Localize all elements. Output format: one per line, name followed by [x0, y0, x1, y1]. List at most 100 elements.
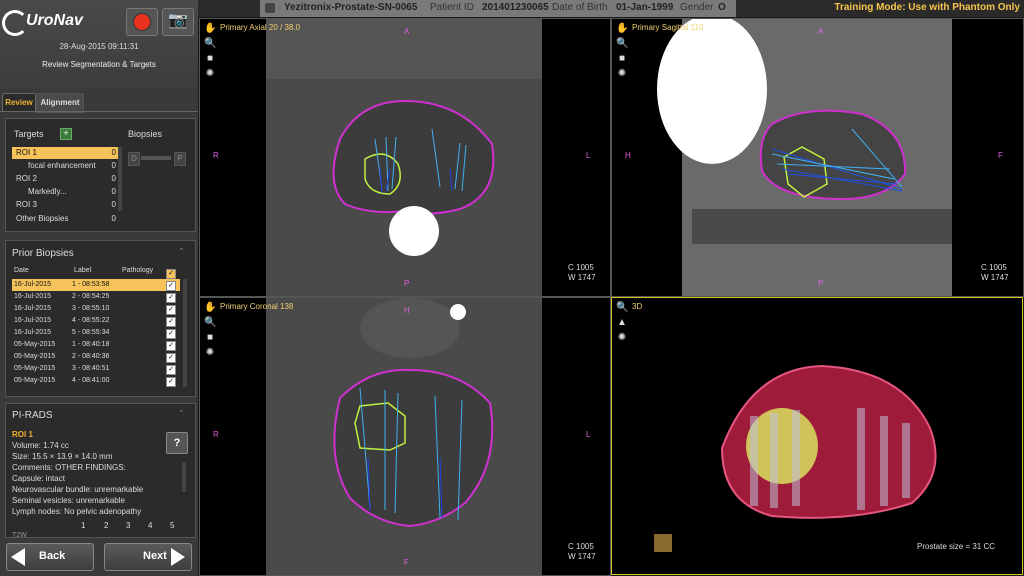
zoom-icon[interactable]: 🔍	[616, 302, 628, 314]
orient-bottom: F	[404, 558, 409, 567]
pirads-title: PI-RADS	[12, 410, 53, 421]
table-row[interactable]: 05-May-2015 2 - 08:40:36 ✓	[12, 351, 180, 363]
window-level-icon[interactable]: ■	[204, 53, 216, 65]
table-row[interactable]: 05-May-2015 4 - 08:41:00 ✓	[12, 375, 180, 387]
pirads-score-5[interactable]: 5	[170, 521, 174, 530]
pathology-checkbox[interactable]: ✓	[166, 329, 176, 339]
sidebar: UroNav 📷 28-Aug-2015 09:11:31 Review Seg…	[0, 0, 198, 576]
pathology-checkbox[interactable]: ✓	[166, 317, 176, 327]
biopsy-date: 05-May-2015	[14, 377, 56, 384]
biopsy-date: 05-May-2015	[14, 365, 56, 372]
collapse-chevron-icon[interactable]: ˆ	[180, 247, 183, 257]
biopsy-slider[interactable]	[141, 156, 171, 160]
pathology-checkbox[interactable]: ✓	[166, 377, 176, 387]
table-row[interactable]: 05-May-2015 3 - 08:40:51 ✓	[12, 363, 180, 375]
tab-divider	[0, 111, 198, 112]
window-level-icon[interactable]: ■	[616, 53, 628, 65]
biopsy-date: 05-May-2015	[14, 353, 56, 360]
pathology-checkbox[interactable]: ✓	[166, 293, 176, 303]
sagittal-toolbar: ✋ 🔍 ■ ✺	[614, 21, 630, 83]
back-label: Back	[39, 550, 66, 562]
biopsy-date: 16-Jul-2015	[14, 317, 51, 324]
targets-scrollbar[interactable]	[118, 147, 122, 211]
screenshot-button[interactable]: 📷	[162, 8, 194, 36]
reset-icon[interactable]: ✺	[204, 347, 216, 359]
orient-top: A	[818, 27, 824, 36]
orient-bottom: P	[818, 279, 824, 288]
pirads-score-4[interactable]: 4	[148, 521, 152, 530]
pathology-checkbox[interactable]: ✓	[166, 365, 176, 375]
orient-right: L	[586, 430, 591, 439]
cube-icon[interactable]: ▲	[616, 317, 628, 329]
header-checkbox[interactable]: ✓	[166, 269, 176, 279]
tab-alignment[interactable]: Alignment	[36, 93, 84, 113]
header-pathology: Pathology	[122, 267, 154, 274]
patient-header: Yezitronix-Prostate-SN-0065 Patient ID 2…	[260, 0, 736, 17]
pan-hand-icon[interactable]: ✋	[204, 302, 216, 314]
target-row-roi1[interactable]: ROI 1 0	[12, 147, 122, 159]
next-button[interactable]: Next	[104, 543, 192, 571]
target-label: Markedly...	[28, 187, 67, 196]
pathology-checkbox[interactable]: ✓	[166, 281, 176, 291]
reset-icon[interactable]: ✺	[616, 332, 628, 344]
window-level-icon[interactable]: ■	[204, 332, 216, 344]
orient-right: F	[998, 151, 1003, 160]
targets-panel: Targets + Biopsies D P ROI 1 0 focal enha…	[5, 118, 196, 232]
record-button[interactable]	[126, 8, 158, 36]
coronal-viewport[interactable]: ✋ 🔍 ■ ✺ Primary Coronal 138 H F R L C 10…	[199, 297, 611, 576]
table-row[interactable]: 16-Jul-2015 2 - 08:54:25 ✓	[12, 291, 180, 303]
pirads-score-2[interactable]: 2	[104, 521, 108, 530]
reset-icon[interactable]: ✺	[204, 68, 216, 80]
record-icon	[134, 14, 150, 30]
help-button[interactable]: ?	[166, 432, 188, 454]
collapse-chevron-icon[interactable]: ˆ	[180, 409, 183, 419]
table-row[interactable]: 16-Jul-2015 5 - 08:55:34 ✓	[12, 327, 180, 339]
window-value: W 1747	[981, 273, 1009, 282]
coronal-label: Primary Coronal 138	[220, 302, 294, 311]
target-row-focal[interactable]: focal enhancement 0	[12, 160, 122, 172]
add-target-button[interactable]: +	[60, 128, 72, 140]
axial-toolbar: ✋ 🔍 ■ ✺	[202, 21, 218, 83]
back-button[interactable]: Back	[6, 543, 94, 571]
biopsy-date: 05-May-2015	[14, 341, 56, 348]
zoom-icon[interactable]: 🔍	[616, 38, 628, 50]
3d-viewport[interactable]: 🔍 ▲ ✺ 3D Prostate size = 31 CC	[611, 297, 1023, 575]
pirads-lymph: Lymph nodes: No pelvic adenopathy	[12, 507, 142, 516]
patient-name: Yezitronix-Prostate-SN-0065	[284, 2, 418, 13]
table-row[interactable]: 16-Jul-2015 3 - 08:55:10 ✓	[12, 303, 180, 315]
pathology-checkbox[interactable]: ✓	[166, 305, 176, 315]
target-row-other[interactable]: Other Biopsies 0	[12, 213, 122, 225]
orient-bottom: P	[404, 279, 410, 288]
pathology-checkbox[interactable]: ✓	[166, 353, 176, 363]
target-label: Other Biopsies	[16, 214, 69, 223]
prior-biopsies-scrollbar[interactable]	[183, 279, 187, 387]
pirads-score-3[interactable]: 3	[126, 521, 130, 530]
pirads-panel: PI-RADS ˆ ROI 1 Volume: 1.74 cc Size: 15…	[5, 403, 196, 538]
tab-review[interactable]: Review	[2, 93, 36, 112]
pathology-checkbox[interactable]: ✓	[166, 341, 176, 351]
table-row[interactable]: 05-May-2015 1 - 08:40:18 ✓	[12, 339, 180, 351]
prior-biopsies-title: Prior Biopsies	[12, 248, 74, 259]
table-row[interactable]: 16-Jul-2015 1 - 08:53:58 ✓	[12, 279, 180, 291]
pan-hand-icon[interactable]: ✋	[616, 23, 628, 35]
sagittal-viewport[interactable]: ✋ 🔍 ■ ✺ Primary Sagittal 110 A P H F C 1…	[611, 18, 1024, 297]
dob-label: Date of Birth	[552, 2, 608, 13]
zoom-icon[interactable]: 🔍	[204, 38, 216, 50]
target-row-roi3[interactable]: ROI 3 0	[12, 199, 122, 211]
axial-viewport[interactable]: ✋ 🔍 ■ ✺ Primary Axial 20 / 38.0 A P R L …	[199, 18, 611, 297]
target-label: ROI 3	[16, 200, 37, 209]
target-row-markedly[interactable]: Markedly... 0	[12, 186, 122, 198]
reset-icon[interactable]: ✺	[616, 68, 628, 80]
patient-icon	[265, 3, 275, 13]
pan-hand-icon[interactable]: ✋	[204, 23, 216, 35]
biopsy-label: 1 - 08:53:58	[72, 281, 110, 288]
pirads-scrollbar[interactable]	[182, 462, 186, 492]
target-count: 0	[111, 200, 116, 209]
table-row[interactable]: 16-Jul-2015 4 - 08:55:22 ✓	[12, 315, 180, 327]
target-count: 0	[111, 148, 116, 157]
biopsy-label: 5 - 08:55:34	[72, 329, 110, 336]
target-row-roi2[interactable]: ROI 2 0	[12, 173, 122, 185]
pirads-volume: Volume: 1.74 cc	[12, 441, 69, 450]
zoom-icon[interactable]: 🔍	[204, 317, 216, 329]
pirads-score-1[interactable]: 1	[81, 521, 85, 530]
